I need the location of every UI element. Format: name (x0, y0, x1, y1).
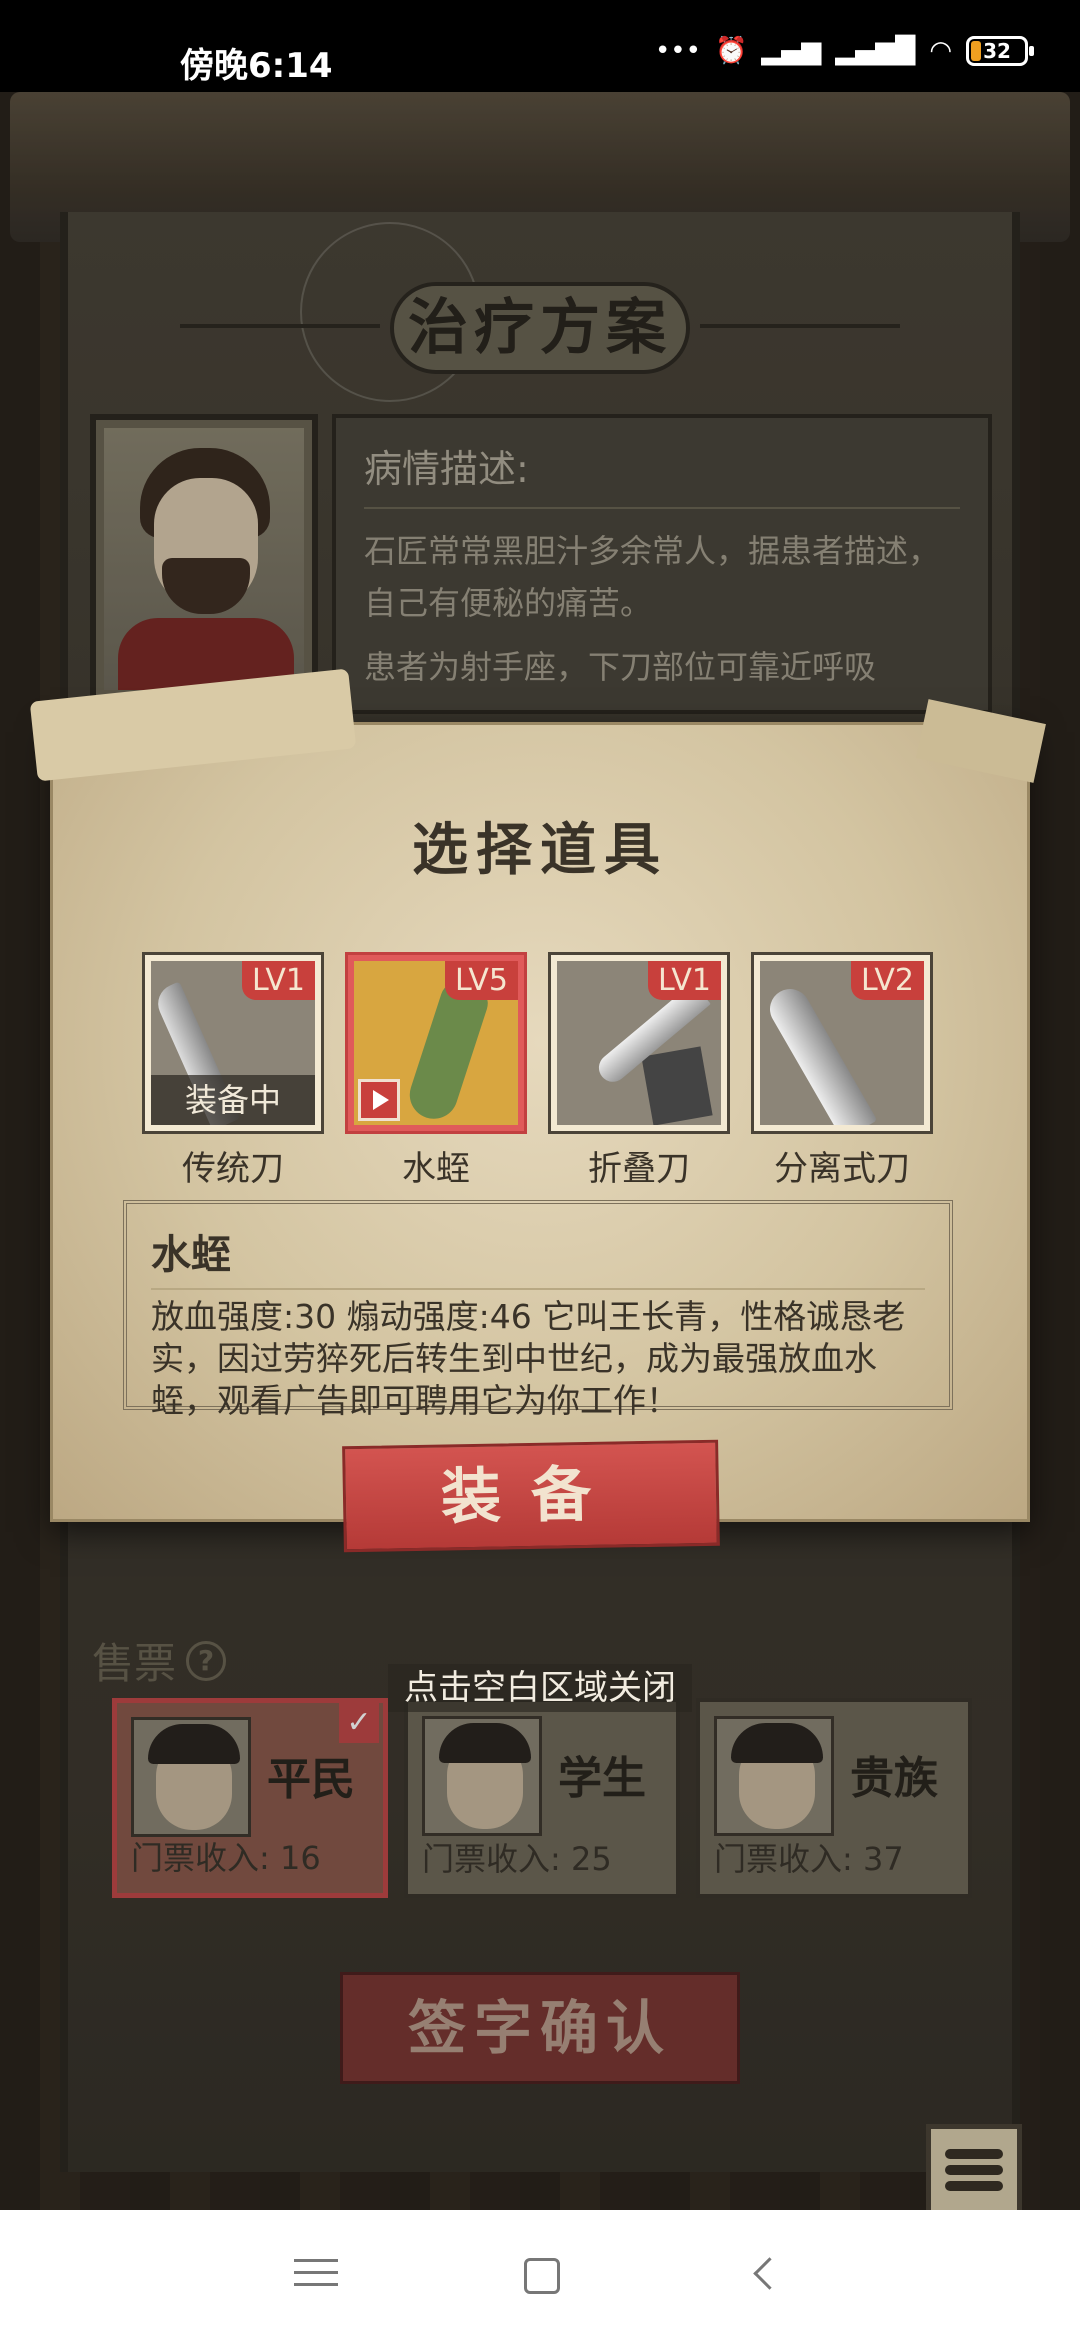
tool-card[interactable]: LV5 (345, 952, 527, 1134)
equip-button[interactable]: 装备 (342, 1439, 720, 1553)
menu-button[interactable] (926, 2124, 1022, 2210)
more-dots-icon: ••• (654, 36, 701, 66)
tool-card[interactable]: LV1 装备中 (142, 952, 324, 1134)
ticket-commoner[interactable]: 平民 门票收入: 16 ✓ (112, 1698, 388, 1898)
tool-select-panel: 选择道具 LV1 装备中 传统刀 LV5 水蛭 LV1 折叠刀 LV2 分离式刀… (50, 722, 1030, 1553)
condition-description: 病情描述: 石匠常常黑胆汁多余常人，据患者描述，自己有便秘的痛苦。 患者为射手座… (332, 414, 992, 714)
tool-folding-knife[interactable]: LV1 折叠刀 (548, 952, 730, 1190)
patient-avatar (104, 428, 304, 690)
level-badge: LV1 (241, 961, 315, 1000)
tool-list: LV1 装备中 传统刀 LV5 水蛭 LV1 折叠刀 LV2 分离式刀 (142, 952, 945, 1195)
tool-detail-name: 水蛭 (151, 1222, 925, 1290)
close-hint-text: 点击空白区域关闭 (388, 1664, 692, 1712)
status-time: 傍晚6:14 (180, 46, 333, 86)
ticket-noble[interactable]: 贵族 门票收入: 37 (696, 1698, 972, 1898)
split-knife-icon (762, 981, 878, 1125)
tool-name: 传统刀 (182, 1149, 284, 1189)
ornament-line-left (180, 324, 380, 328)
ornament-line-right (700, 324, 900, 328)
ticket-income: 门票收入: 37 (714, 1840, 904, 1878)
system-nav-bar (0, 2210, 1080, 2340)
tool-leech[interactable]: LV5 水蛭 (345, 952, 527, 1190)
status-icons: ••• ⏰ ▂▄▆ ▂▄▆█ ◠ 32 (654, 36, 1034, 66)
video-ad-icon (358, 1079, 400, 1121)
sign-confirm-button[interactable]: 签字确认 (340, 1972, 740, 2084)
level-badge: LV2 (850, 961, 924, 1000)
tool-detail-description: 放血强度:30 煽动强度:46 它叫王长青，性格诚恳老实，因过劳猝死后转生到中世… (151, 1297, 906, 1420)
ticket-income: 门票收入: 16 (131, 1839, 321, 1877)
battery-icon: 32 (966, 36, 1034, 66)
tool-name: 分离式刀 (774, 1149, 910, 1189)
tool-select-title: 选择道具 (412, 818, 668, 883)
knife-handle-icon (641, 1046, 713, 1125)
tool-name: 水蛭 (402, 1149, 470, 1189)
plan-title-banner: 治疗方案 (180, 272, 900, 382)
level-badge: LV5 (444, 961, 518, 1000)
menu-icon (945, 2149, 1003, 2159)
plan-title: 治疗方案 (390, 282, 690, 374)
status-bar: 傍晚6:14 ••• ⏰ ▂▄▆ ▂▄▆█ ◠ 32 (0, 0, 1080, 92)
signal-icon: ▂▄▆█ (835, 36, 916, 66)
tool-split-knife[interactable]: LV2 分离式刀 (751, 952, 933, 1190)
ticket-student[interactable]: 学生 门票收入: 25 (404, 1698, 680, 1898)
tool-traditional-knife[interactable]: LV1 装备中 传统刀 (142, 952, 324, 1190)
equipped-label: 装备中 (151, 1075, 315, 1125)
ticket-name: 贵族 (850, 1753, 938, 1804)
game-screen[interactable]: 治疗方案 病情描述: 石匠常常黑胆汁多余常人，据患者描述，自己有便秘的痛苦。 患… (0, 92, 1080, 2210)
home-button[interactable] (510, 2250, 570, 2300)
tool-name: 折叠刀 (588, 1149, 690, 1189)
ticket-income: 门票收入: 25 (422, 1840, 612, 1878)
tool-card[interactable]: LV1 (548, 952, 730, 1134)
tool-card[interactable]: LV2 (751, 952, 933, 1134)
hd-signal-icon: ▂▄▆ (761, 36, 822, 66)
recent-apps-button[interactable] (286, 2250, 346, 2300)
description-text: 石匠常常黑胆汁多余常人，据患者描述，自己有便秘的痛苦。 (364, 532, 941, 622)
student-avatar (422, 1716, 542, 1836)
alarm-icon: ⏰ (714, 36, 748, 66)
description-text-2: 患者为射手座，下刀部位可靠近呼吸 (364, 648, 877, 686)
tool-detail: 水蛭 放血强度:30 煽动强度:46 它叫王长青，性格诚恳老实，因过劳猝死后转生… (123, 1200, 953, 1420)
commoner-avatar (131, 1717, 251, 1837)
description-heading: 病情描述: (364, 438, 960, 509)
ticket-name: 平民 (267, 1754, 355, 1805)
level-badge: LV1 (647, 961, 721, 1000)
wifi-icon: ◠ (929, 36, 952, 66)
back-button[interactable] (736, 2250, 796, 2300)
close-hint: 点击空白区域关闭 (0, 1660, 1080, 1712)
ticket-options: 平民 门票收入: 16 ✓ 学生 门票收入: 25 贵族 门票收入: 37 (112, 1698, 972, 1908)
check-icon: ✓ (339, 1703, 379, 1743)
noble-avatar (714, 1716, 834, 1836)
patient-portrait (90, 414, 318, 704)
ticket-name: 学生 (558, 1753, 646, 1804)
